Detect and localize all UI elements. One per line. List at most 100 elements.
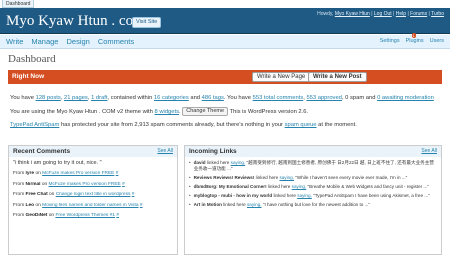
menu-write[interactable]: Write [6, 37, 23, 46]
recent-comments-box: Recent Comments See All "i think i am go… [8, 145, 178, 255]
from-label: From [13, 202, 25, 208]
incoming-links-see-all[interactable]: See All [421, 146, 437, 157]
on-label: on [35, 171, 41, 176]
comment-permalink[interactable]: # [116, 213, 119, 218]
dashboard-top-tab[interactable]: Dashboard [2, 0, 35, 8]
menu-design[interactable]: Design [66, 37, 89, 46]
list-item: From lyre on McFuze makes Pro version FR… [13, 171, 173, 178]
blog-name: Myo Kyaw Htun . com [6, 13, 145, 29]
on-label: on [49, 192, 55, 197]
menu-settings[interactable]: Settings [380, 38, 400, 44]
turbo-link[interactable]: Turbo [431, 11, 444, 17]
link-excerpt: "Breathe Mobile & Web Widgets and fancy … [307, 184, 429, 189]
forums-link[interactable]: Forums [410, 11, 427, 17]
incoming-links-box: Incoming Links See All • david linked her… [184, 145, 442, 255]
menu-plugins[interactable]: Plugins 1 [405, 33, 424, 44]
link-source: david [193, 160, 206, 165]
saying-link[interactable]: saying, [292, 184, 307, 189]
link-source: Art in Motion [193, 202, 222, 207]
right-now-body: You have 128 posts, 21 pages, 1 draft, c… [10, 94, 438, 134]
spam-queue-link[interactable]: spam queue [285, 122, 317, 128]
theme-name: Myo Kyaw Htun . COM v2 [56, 109, 124, 116]
on-label: on [35, 202, 41, 208]
posts-link[interactable]: 128 posts [36, 95, 61, 101]
menu-manage[interactable]: Manage [31, 37, 58, 46]
list-item: From GeoDiNet on Free Wordpress Themes #… [13, 213, 173, 220]
list-item: • myblogtop - mubi - how in my world link… [189, 193, 437, 199]
content-stats: You have 128 posts, 21 pages, 1 draft, c… [10, 95, 434, 101]
comment-author: Leo [25, 202, 35, 208]
comment-permalink[interactable]: # [140, 203, 143, 208]
comment-permalink[interactable]: # [116, 171, 119, 176]
antispam-info: TypePad AntiSpam has protected your site… [10, 121, 438, 129]
link-excerpt: "I have nothing but love for the newest … [262, 202, 371, 207]
comment-author: Nirmal [25, 181, 41, 187]
linked-text: linked here [206, 160, 230, 165]
main-menu: Write Manage Design Comments [6, 37, 134, 46]
list-item: • Reviews Reviews! Reviews! linked here s… [189, 175, 437, 181]
list-item: • dbmd8org: My Emotional Corner! linked h… [189, 184, 437, 190]
list-item: • Art in Motion linked here saying, "I ha… [189, 202, 437, 208]
link-source: dbmd8org: My Emotional Corner! [193, 184, 267, 189]
incoming-links-list: • david linked here saying, "越南受到修行, 越南到国… [185, 157, 441, 214]
log-out-link[interactable]: Log Out [374, 11, 392, 17]
list-item: From Free Chat on Change login text titl… [13, 192, 173, 199]
comment-author: GeoDiNet [25, 213, 48, 218]
comment-post-link[interactable]: McFuze makes Pro version FREE [49, 182, 121, 187]
from-label: From [13, 192, 25, 197]
stats-text: 0 spam and [345, 95, 376, 101]
saying-link[interactable]: saying, [247, 202, 262, 207]
saying-link[interactable]: saying, [279, 175, 294, 180]
list-item: • david linked here saying, "越南受到修行, 越南到国… [189, 160, 437, 172]
theme-text: You are using the [10, 109, 55, 116]
write-new-post-button[interactable]: Write a New Post [308, 72, 367, 82]
list-item: From Leo on Moving files names and folde… [13, 203, 173, 210]
comment-post-link[interactable]: Free Wordpress Themes #1 [55, 213, 115, 218]
drafts-link[interactable]: 1 draft [91, 95, 107, 101]
antispam-text: at the moment. [318, 122, 357, 129]
wp-version: This is WordPress version 2.6. [229, 109, 309, 116]
bullet-icon: • [189, 184, 191, 189]
recent-comments-see-all[interactable]: See All [157, 146, 173, 157]
right-now-title: Right Now [12, 73, 45, 80]
page-title: Dashboard [8, 53, 56, 65]
recent-comments-header: Recent Comments See All [9, 146, 177, 157]
approved-link[interactable]: 553 approved [306, 95, 341, 101]
comment-post-link[interactable]: Change login text title in wordpress [56, 192, 131, 197]
plugins-label: Plugins [405, 38, 424, 44]
change-theme-button[interactable]: Change Theme [182, 107, 229, 116]
total-comments-link[interactable]: 553 total comments [253, 95, 304, 101]
saying-link[interactable]: saying, [297, 193, 312, 198]
admin-top-strip: Dashboard [0, 0, 450, 8]
comment-post-link[interactable]: Moving files names and folder names in V… [42, 203, 138, 208]
latest-comment-quote: "i think i am going to try it out, nice.… [13, 160, 102, 166]
comment-post-link[interactable]: McFuze makes Pro version FREE [42, 171, 114, 176]
theme-info: You are using the Myo Kyaw Htun . COM v2… [10, 107, 309, 116]
menu-users[interactable]: Users [430, 38, 444, 44]
comment-permalink[interactable]: # [122, 182, 125, 187]
link-excerpt: "While I haven't seen every movie ever m… [295, 175, 408, 180]
stats-text: and [190, 95, 201, 101]
tags-link[interactable]: 486 tags [202, 95, 224, 101]
user-profile-link[interactable]: Myo Kyaw Htun [335, 11, 370, 17]
write-new-page-button[interactable]: Write a New Page [252, 72, 311, 82]
linked-text: linked here [255, 175, 279, 180]
pages-link[interactable]: 21 pages [64, 95, 88, 101]
from-label: From [13, 171, 25, 176]
admin-menu: Write Manage Design Comments Settings Pl… [0, 33, 450, 49]
link-excerpt: "越南受到修行, 越南到国土修善者, 原创佛于 日2月22日 越, 日上班不住了… [193, 160, 434, 171]
menu-comments[interactable]: Comments [98, 37, 134, 46]
link-source: Reviews Reviews! Reviews! [193, 175, 255, 180]
recent-comments-list: "i think i am going to try it out, nice.… [9, 157, 177, 227]
visit-site-button[interactable]: Visit Site [132, 17, 162, 28]
antispam-link[interactable]: TypePad AntiSpam [10, 122, 59, 128]
widgets-link[interactable]: 8 widgets [155, 109, 180, 115]
help-link[interactable]: Help [396, 11, 406, 17]
awaiting-moderation-link[interactable]: 0 awaiting moderation [377, 95, 434, 101]
comment-permalink[interactable]: # [132, 192, 135, 197]
bullet-icon: • [189, 202, 191, 207]
user-meta: Howdy, Myo Kyaw Htun | Log Out | Help | … [317, 11, 444, 17]
saying-link[interactable]: saying, [231, 160, 246, 165]
categories-link[interactable]: 16 categories [154, 95, 189, 101]
link-source: myblogtop - mubi - how in my world [193, 193, 273, 198]
